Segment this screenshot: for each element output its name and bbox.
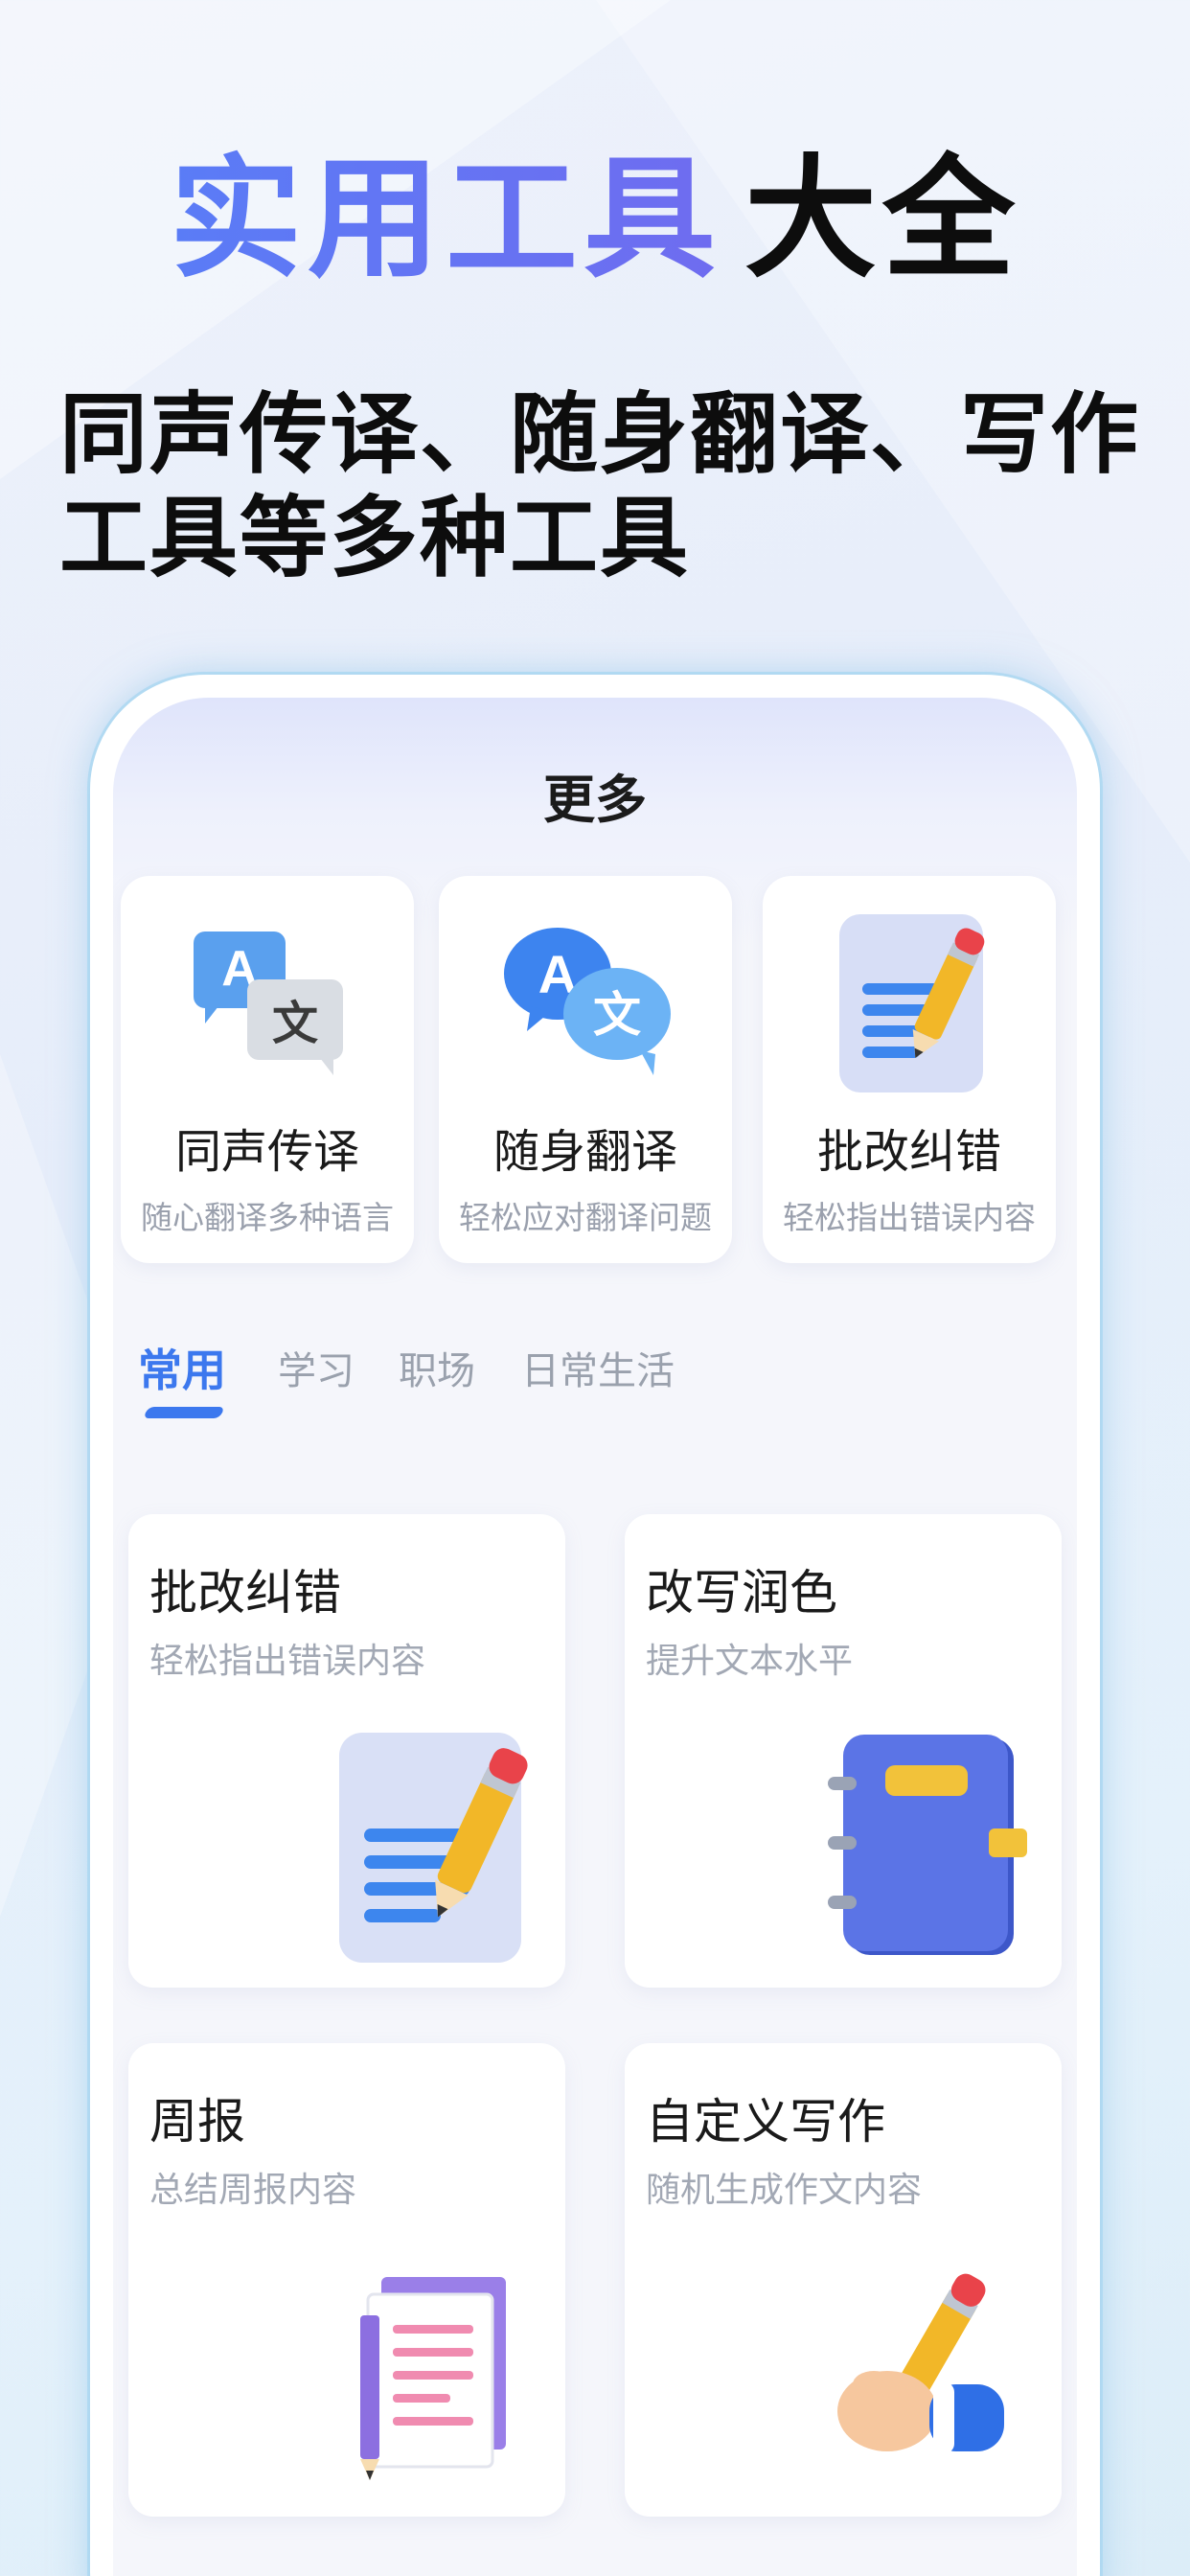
document-pencil-icon — [839, 914, 985, 1092]
hero-title-accent: 实用工具 — [169, 142, 721, 296]
feature-name: 随身翻译 — [492, 1125, 677, 1179]
translate-bubbles-gray-icon: A 文 — [194, 932, 343, 1075]
tool-desc: 总结周报内容 — [149, 2171, 357, 2210]
tool-card-rewrite-polish[interactable]: 改写润色 提升文本水平 — [625, 1514, 1062, 1988]
hand-pencil-icon — [837, 2273, 1004, 2453]
tool-desc: 提升文本水平 — [646, 1642, 854, 1681]
feature-card-correction[interactable]: 批改纠错 轻松指出错误内容 — [763, 876, 1056, 1263]
notebook-icon — [828, 1735, 1027, 1955]
tab-workplace[interactable]: 职场 — [399, 1340, 475, 1395]
tab-study[interactable]: 学习 — [278, 1340, 355, 1395]
hero-subtitle: 同声传译、随身翻译、写作工具等多种工具 — [59, 383, 1141, 589]
tool-desc: 轻松指出错误内容 — [149, 1642, 426, 1681]
phone-frame: 更多 A 文 同声传译 随心翻译多种语言 A 文 随身翻译 轻松应对翻译问题 批… — [90, 675, 1100, 2576]
tool-desc: 随机生成作文内容 — [646, 2171, 923, 2210]
tab-daily-life[interactable]: 日常生活 — [521, 1340, 675, 1395]
tool-card-weekly-report[interactable]: 周报 总结周报内容 — [128, 2043, 565, 2517]
feature-card-pocket-translation[interactable]: A 文 随身翻译 轻松应对翻译问题 — [439, 876, 732, 1263]
tab-active-indicator — [143, 1407, 225, 1418]
app-screen: 更多 A 文 同声传译 随心翻译多种语言 A 文 随身翻译 轻松应对翻译问题 批… — [113, 698, 1077, 2576]
feature-name: 同声传译 — [174, 1125, 359, 1179]
tool-title: 周报 — [149, 2094, 245, 2150]
svg-text:文: 文 — [272, 997, 318, 1050]
tool-title: 批改纠错 — [149, 1565, 341, 1621]
feature-desc: 随心翻译多种语言 — [141, 1199, 394, 1236]
tool-title: 自定义写作 — [646, 2094, 885, 2150]
tool-card-correction[interactable]: 批改纠错 轻松指出错误内容 — [128, 1514, 565, 1988]
tool-title: 改写润色 — [646, 1565, 837, 1621]
feature-desc: 轻松指出错误内容 — [783, 1199, 1036, 1236]
hero-title-plain: 大全 — [744, 142, 1021, 296]
feature-desc: 轻松应对翻译问题 — [459, 1199, 712, 1236]
hero-title: 实用工具 大全 — [0, 153, 1190, 286]
feature-name: 批改纠错 — [816, 1125, 1001, 1179]
tool-card-custom-writing[interactable]: 自定义写作 随机生成作文内容 — [625, 2043, 1062, 2517]
document-pencil-icon — [339, 1733, 528, 1963]
page-title: 更多 — [543, 770, 647, 830]
svg-text:文: 文 — [593, 987, 641, 1043]
translate-bubbles-blue-icon: A 文 — [504, 928, 671, 1075]
tab-common[interactable]: 常用 — [138, 1336, 226, 1399]
report-pages-icon — [360, 2277, 506, 2480]
feature-card-simultaneous-interpretation[interactable]: A 文 同声传译 随心翻译多种语言 — [121, 876, 414, 1263]
